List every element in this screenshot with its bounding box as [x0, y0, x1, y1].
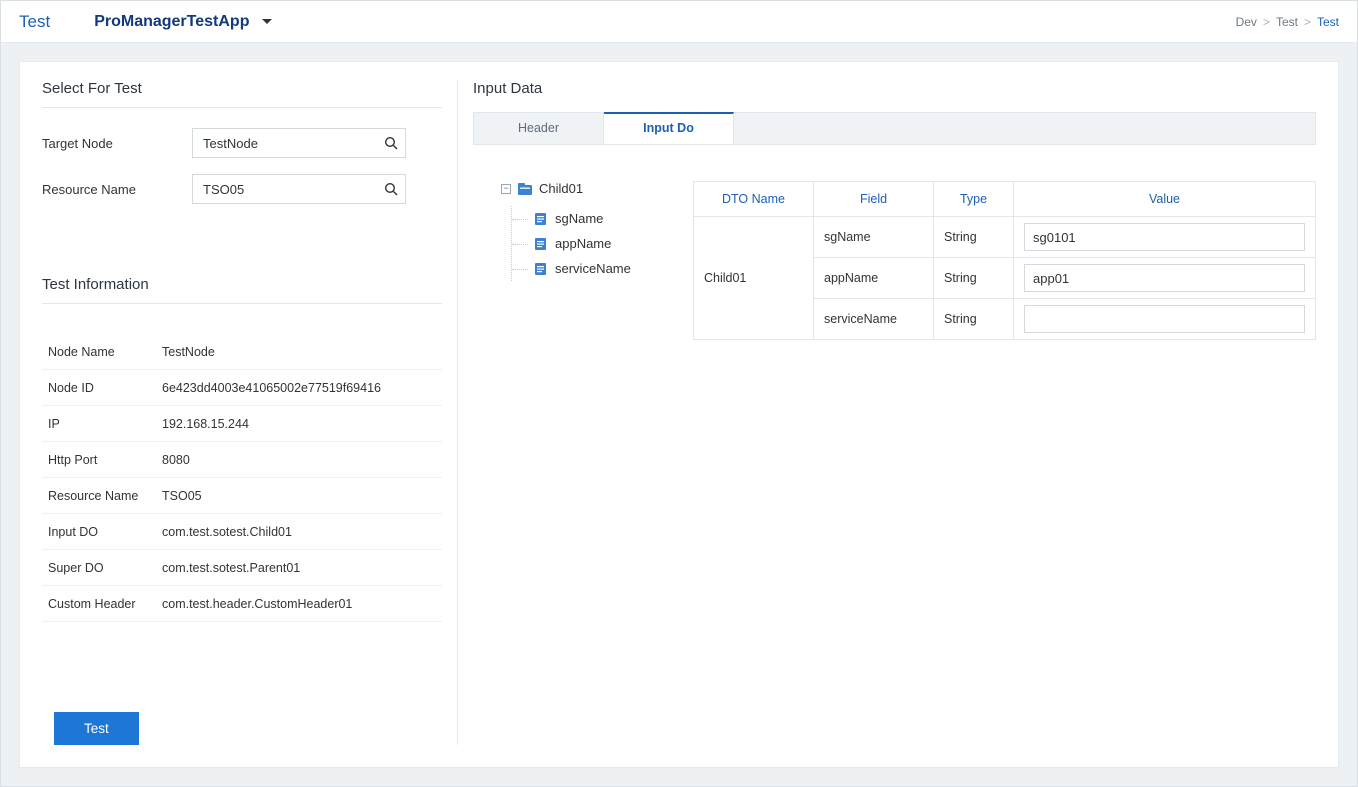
test-information-title: Test Information: [42, 276, 442, 304]
document-icon: [534, 212, 547, 226]
folder-icon: [517, 182, 533, 196]
info-row-input-do: Input DO com.test.sotest.Child01: [42, 514, 442, 550]
breadcrumb-level2[interactable]: Test: [1276, 15, 1298, 29]
col-dto-name: DTO Name: [694, 182, 814, 217]
info-label: Input DO: [42, 525, 162, 539]
info-label: Custom Header: [42, 597, 162, 611]
cell-field: appName: [814, 258, 934, 299]
test-button[interactable]: Test: [54, 712, 139, 745]
breadcrumb-sep-icon: >: [1304, 15, 1311, 29]
target-node-input[interactable]: [192, 128, 406, 158]
caret-down-icon: [261, 18, 273, 26]
topbar: Test ProManagerTestApp Dev > Test > Test: [1, 1, 1357, 43]
info-value: 6e423dd4003e41065002e77519f69416: [162, 381, 442, 395]
search-icon[interactable]: [384, 136, 398, 150]
breadcrumb-level3: Test: [1317, 15, 1339, 29]
cell-field: sgName: [814, 217, 934, 258]
cell-type: String: [934, 217, 1014, 258]
app-name: ProManagerTestApp: [94, 13, 249, 31]
tree-leaf[interactable]: appName: [512, 231, 673, 256]
tree-root[interactable]: − Child01: [501, 181, 673, 196]
tree-leaf[interactable]: sgName: [512, 206, 673, 231]
col-value: Value: [1014, 182, 1316, 217]
info-value: TestNode: [162, 345, 442, 359]
tree-collapse-icon[interactable]: −: [501, 184, 511, 194]
col-field: Field: [814, 182, 934, 217]
table-row: Child01 sgName String: [694, 217, 1316, 258]
info-label: IP: [42, 417, 162, 431]
tab-input-do[interactable]: Input Do: [604, 112, 734, 144]
cell-field: serviceName: [814, 299, 934, 340]
info-value: 8080: [162, 453, 442, 467]
document-icon: [534, 262, 547, 276]
info-value: TSO05: [162, 489, 442, 503]
app-selector[interactable]: ProManagerTestApp: [94, 13, 273, 31]
col-type: Type: [934, 182, 1014, 217]
tree-leaf-label: sgName: [555, 211, 603, 226]
info-row-node-name: Node Name TestNode: [42, 334, 442, 370]
cell-type: String: [934, 258, 1014, 299]
target-node-label: Target Node: [42, 136, 192, 151]
input-data-title: Input Data: [473, 80, 1316, 107]
breadcrumb: Dev > Test > Test: [1236, 15, 1339, 29]
dto-tree: − Child01 sgName: [473, 181, 673, 340]
search-icon[interactable]: [384, 182, 398, 196]
tree-leaf-label: appName: [555, 236, 611, 251]
info-row-http-port: Http Port 8080: [42, 442, 442, 478]
breadcrumb-sep-icon: >: [1263, 15, 1270, 29]
cell-dto-name: Child01: [694, 217, 814, 340]
info-row-node-id: Node ID 6e423dd4003e41065002e77519f69416: [42, 370, 442, 406]
tree-root-label: Child01: [539, 181, 583, 196]
value-input[interactable]: [1024, 223, 1305, 251]
resource-name-label: Resource Name: [42, 182, 192, 197]
info-value: 192.168.15.244: [162, 417, 442, 431]
document-icon: [534, 237, 547, 251]
cell-type: String: [934, 299, 1014, 340]
info-label: Super DO: [42, 561, 162, 575]
info-label: Node Name: [42, 345, 162, 359]
info-row-custom-header: Custom Header com.test.header.CustomHead…: [42, 586, 442, 622]
info-label: Http Port: [42, 453, 162, 467]
info-row-resource-name: Resource Name TSO05: [42, 478, 442, 514]
tab-header[interactable]: Header: [474, 113, 604, 144]
resource-name-input[interactable]: [192, 174, 406, 204]
info-label: Node ID: [42, 381, 162, 395]
info-row-super-do: Super DO com.test.sotest.Parent01: [42, 550, 442, 586]
page-title: Test: [19, 12, 50, 32]
dto-table: DTO Name Field Type Value Child01 sgName…: [693, 181, 1316, 340]
tree-leaf[interactable]: serviceName: [512, 256, 673, 281]
breadcrumb-level1[interactable]: Dev: [1236, 15, 1257, 29]
info-value: com.test.sotest.Parent01: [162, 561, 442, 575]
info-label: Resource Name: [42, 489, 162, 503]
info-value: com.test.header.CustomHeader01: [162, 597, 442, 611]
info-row-ip: IP 192.168.15.244: [42, 406, 442, 442]
tree-leaf-label: serviceName: [555, 261, 631, 276]
info-value: com.test.sotest.Child01: [162, 525, 442, 539]
select-for-test-title: Select For Test: [42, 80, 442, 108]
value-input[interactable]: [1024, 264, 1305, 292]
tabs: Header Input Do: [473, 112, 1316, 145]
value-input[interactable]: [1024, 305, 1305, 333]
